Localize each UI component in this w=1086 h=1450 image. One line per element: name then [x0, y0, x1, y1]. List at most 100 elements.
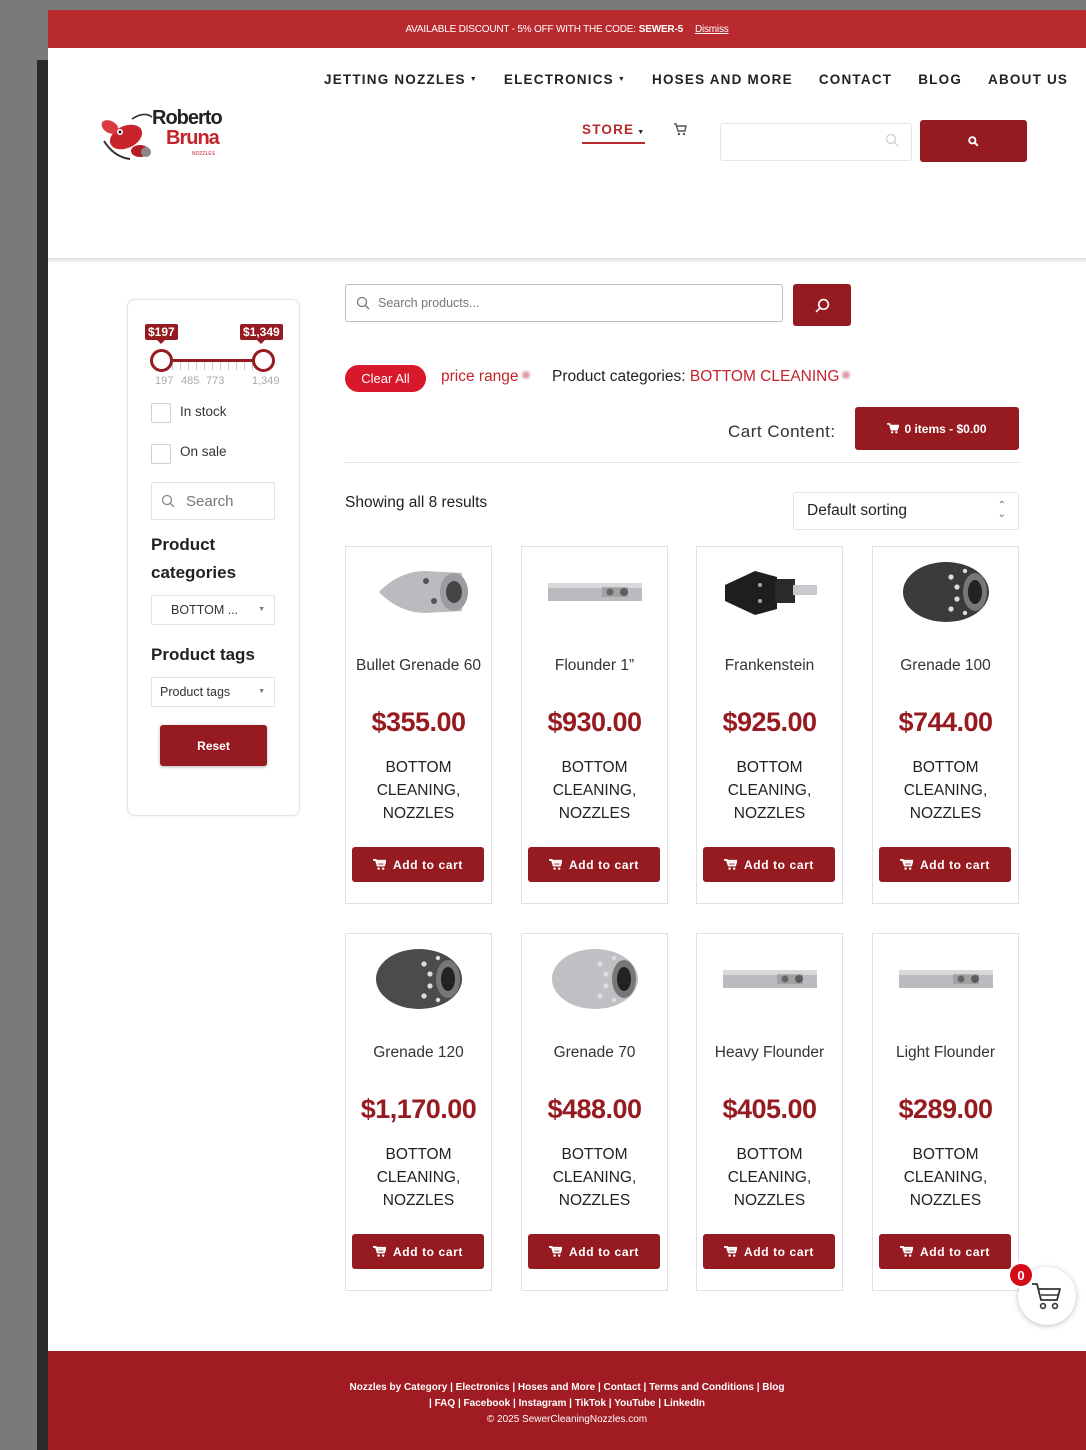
product-tags-select[interactable]: Product tags ▼ — [151, 677, 275, 707]
footer-links-line-1[interactable]: Nozzles by Category | Electronics | Hose… — [48, 1380, 1086, 1396]
product-category-line[interactable]: BOTTOM — [697, 756, 842, 779]
add-to-cart-button[interactable]: Add to cart — [703, 1234, 835, 1269]
product-card[interactable]: Bullet Grenade 60 $355.00 BOTTOM CLEANING, N… — [345, 546, 492, 904]
nav-contact[interactable]: CONTACT — [819, 72, 892, 87]
dismiss-link[interactable]: Dismiss — [695, 24, 729, 35]
product-category-line[interactable]: BOTTOM — [873, 1143, 1018, 1166]
product-card[interactable]: Light Flounder $289.00 BOTTOM CLEANING, NOZZ… — [872, 933, 1019, 1291]
cart-icon — [549, 1246, 563, 1257]
product-search-input[interactable]: Search products... — [345, 284, 783, 322]
reset-button[interactable]: Reset — [160, 725, 267, 766]
product-categories-select[interactable]: BOTTOM ... ▼ — [151, 595, 275, 625]
page: AVAILABLE DISCOUNT - 5% OFF WITH THE COD… — [48, 10, 1086, 1450]
add-to-cart-button[interactable]: Add to cart — [528, 1234, 660, 1269]
result-count: Showing all 8 results — [345, 494, 488, 511]
product-image[interactable] — [540, 944, 650, 1014]
product-image[interactable] — [891, 944, 1001, 1014]
product-image[interactable] — [715, 557, 825, 627]
product-category-line[interactable]: NOZZLES — [697, 802, 842, 825]
product-card[interactable]: Grenade 70 $488.00 BOTTOM CLEANING, NOZZLES A… — [521, 933, 668, 1291]
product-category-line[interactable]: CLEANING, — [522, 1166, 667, 1189]
search-icon — [161, 494, 175, 508]
product-name[interactable]: Light Flounder — [873, 1044, 1018, 1062]
category-filter-chip[interactable]: Product categories: BOTTOM CLEANING — [552, 368, 852, 386]
add-to-cart-button[interactable]: Add to cart — [352, 847, 484, 882]
price-scale-label: 773 — [206, 375, 225, 387]
product-name[interactable]: Grenade 120 — [346, 1044, 491, 1062]
discount-notice-bar: AVAILABLE DISCOUNT - 5% OFF WITH THE COD… — [48, 10, 1086, 48]
product-categories: BOTTOM CLEANING, NOZZLES — [522, 756, 667, 825]
product-price: $925.00 — [722, 707, 817, 737]
nav-store[interactable]: STORE ▼ — [582, 122, 646, 144]
add-to-cart-button[interactable]: Add to cart — [879, 847, 1011, 882]
product-category-line[interactable]: NOZZLES — [873, 1189, 1018, 1212]
product-category-line[interactable]: CLEANING, — [873, 1166, 1018, 1189]
site-logo[interactable]: Roberto Bruna NOZZLES — [96, 105, 231, 170]
product-image[interactable] — [715, 944, 825, 1014]
add-to-cart-button[interactable]: Add to cart — [879, 1234, 1011, 1269]
nav-jetting-nozzles[interactable]: JETTING NOZZLES ▼ — [324, 72, 478, 87]
product-card[interactable]: Grenade 120 $1,170.00 BOTTOM CLEANING, NOZZL… — [345, 933, 492, 1291]
product-category-line[interactable]: CLEANING, — [697, 779, 842, 802]
product-category-line[interactable]: NOZZLES — [346, 802, 491, 825]
nav-blog[interactable]: BLOG — [918, 72, 962, 87]
product-image[interactable] — [540, 557, 650, 627]
product-price: $405.00 — [722, 1094, 817, 1124]
remove-filter-icon[interactable] — [841, 370, 852, 380]
product-name[interactable]: Grenade 100 — [873, 657, 1018, 675]
product-image[interactable] — [364, 944, 474, 1014]
price-min-tag: $197 — [145, 324, 178, 344]
on-sale-checkbox[interactable] — [151, 444, 171, 464]
product-name[interactable]: Grenade 70 — [522, 1044, 667, 1062]
product-name[interactable]: Bullet Grenade 60 — [346, 657, 491, 675]
caret-down-icon: ▼ — [258, 606, 265, 613]
header-search-input[interactable] — [720, 123, 912, 161]
product-categories: BOTTOM CLEANING, NOZZLES — [697, 1143, 842, 1212]
product-category-line[interactable]: BOTTOM — [522, 756, 667, 779]
add-to-cart-button[interactable]: Add to cart — [528, 847, 660, 882]
product-category-line[interactable]: BOTTOM — [346, 1143, 491, 1166]
product-card[interactable]: Grenade 100 $744.00 BOTTOM CLEANING, NOZZLES… — [872, 546, 1019, 904]
product-category-line[interactable]: CLEANING, — [697, 1166, 842, 1189]
footer-links-line-2[interactable]: | FAQ | Facebook | Instagram | TikTok | … — [48, 1396, 1086, 1412]
nav-about-us[interactable]: ABOUT US — [988, 72, 1068, 87]
in-stock-checkbox[interactable] — [151, 403, 171, 423]
header-search-button[interactable] — [920, 120, 1027, 162]
product-card[interactable]: Frankenstein $925.00 BOTTOM CLEANING, NOZZLE… — [696, 546, 843, 904]
product-search-button[interactable] — [793, 284, 851, 326]
price-slider-min-handle[interactable] — [150, 349, 173, 372]
remove-filter-icon[interactable] — [520, 370, 531, 380]
product-card[interactable]: Flounder 1” $930.00 BOTTOM CLEANING, NOZZLES… — [521, 546, 668, 904]
product-name[interactable]: Heavy Flounder — [697, 1044, 842, 1062]
header-cart-icon[interactable] — [673, 123, 687, 139]
price-slider-max-handle[interactable] — [252, 349, 275, 372]
cart-content-button[interactable]: 0 items - $0.00 — [855, 407, 1019, 450]
product-image[interactable] — [364, 557, 474, 627]
product-category-line[interactable]: NOZZLES — [697, 1189, 842, 1212]
add-to-cart-button[interactable]: Add to cart — [352, 1234, 484, 1269]
clear-all-filters-button[interactable]: Clear All — [345, 365, 426, 392]
product-category-line[interactable]: NOZZLES — [522, 1189, 667, 1212]
product-category-line[interactable]: BOTTOM — [873, 756, 1018, 779]
product-category-line[interactable]: CLEANING, — [873, 779, 1018, 802]
product-category-line[interactable]: NOZZLES — [873, 802, 1018, 825]
product-card[interactable]: Heavy Flounder $405.00 BOTTOM CLEANING, NOZZ… — [696, 933, 843, 1291]
product-category-line[interactable]: CLEANING, — [346, 1166, 491, 1189]
product-category-line[interactable]: BOTTOM — [697, 1143, 842, 1166]
product-category-line[interactable]: CLEANING, — [346, 779, 491, 802]
nav-electronics[interactable]: ELECTRONICS ▼ — [504, 72, 626, 87]
sidebar-search-input[interactable]: Search — [151, 482, 275, 520]
product-category-line[interactable]: CLEANING, — [522, 779, 667, 802]
product-name[interactable]: Flounder 1” — [522, 657, 667, 675]
product-category-line[interactable]: BOTTOM — [346, 756, 491, 779]
product-image[interactable] — [891, 557, 1001, 627]
nav-hoses-and-more[interactable]: HOSES AND MORE — [652, 72, 793, 87]
cart-icon — [549, 859, 563, 870]
product-category-line[interactable]: NOZZLES — [346, 1189, 491, 1212]
sort-select[interactable]: Default sorting ⌃ ⌄ — [793, 492, 1019, 530]
product-category-line[interactable]: BOTTOM — [522, 1143, 667, 1166]
product-name[interactable]: Frankenstein — [697, 657, 842, 675]
price-range-filter-chip[interactable]: price range — [441, 368, 531, 386]
add-to-cart-button[interactable]: Add to cart — [703, 847, 835, 882]
product-category-line[interactable]: NOZZLES — [522, 802, 667, 825]
